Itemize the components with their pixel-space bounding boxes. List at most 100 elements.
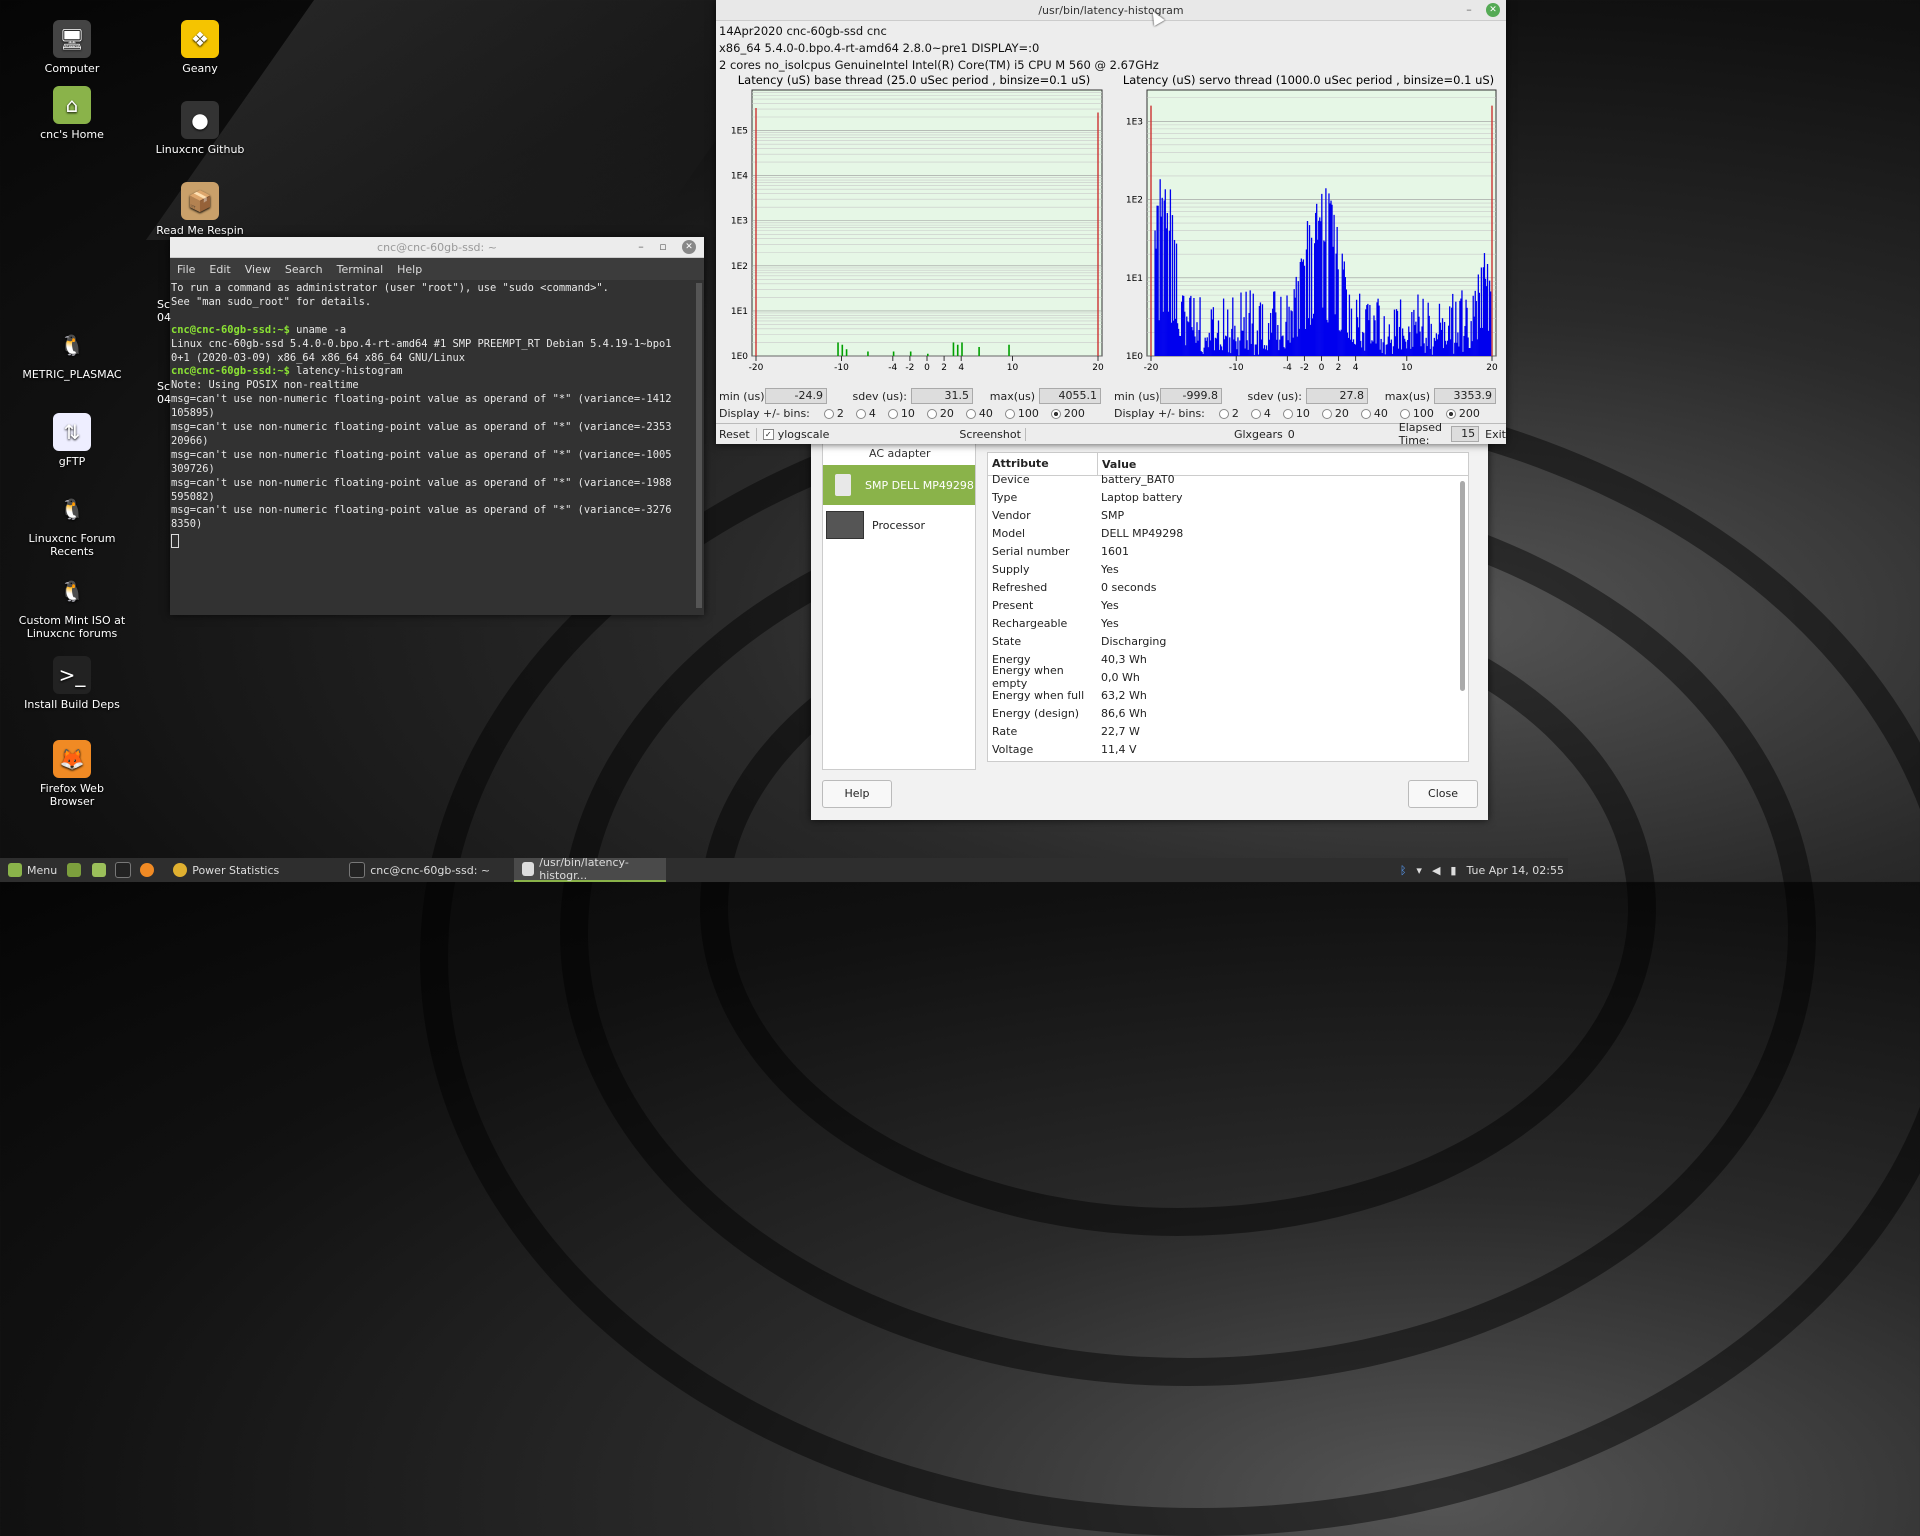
table-row[interactable]: Refreshed 0 seconds	[988, 578, 1468, 596]
terminal-menu-item[interactable]: Search	[285, 263, 323, 276]
glxgears-button[interactable]: Glxgears	[1234, 428, 1283, 441]
min-value: -24.9	[765, 388, 827, 404]
bins-radio-20[interactable]: 20	[1321, 407, 1349, 420]
table-row[interactable]: Rechargeable Yes	[988, 614, 1468, 632]
task-terminal[interactable]: cnc@cnc-60gb-ssd: ~	[341, 858, 498, 882]
close-button[interactable]: Close	[1408, 780, 1478, 808]
help-button[interactable]: Help	[822, 780, 892, 808]
radio-icon[interactable]	[1282, 409, 1293, 419]
terminal-menu-item[interactable]: Edit	[209, 263, 230, 276]
bluetooth-icon[interactable]: ᛒ	[1400, 864, 1407, 877]
table-row[interactable]: Voltage 11,4 V	[988, 740, 1468, 758]
bins-radio-10[interactable]: 10	[1282, 407, 1310, 420]
desktop-icon[interactable]: 🐧 Custom Mint ISO at Linuxcnc forums	[17, 572, 127, 640]
desktop-icon[interactable]: >_ Install Build Deps	[17, 656, 127, 711]
bins-radio-2[interactable]: 2	[823, 407, 844, 420]
terminal-menu-item[interactable]: Help	[397, 263, 422, 276]
terminal-menu-item[interactable]: Terminal	[337, 263, 384, 276]
radio-icon[interactable]	[1321, 409, 1332, 419]
terminal-launcher-icon[interactable]	[115, 862, 132, 878]
close-icon[interactable]: ✕	[1486, 3, 1500, 17]
bins-radio-40[interactable]: 40	[965, 407, 993, 420]
exit-button[interactable]: Exit	[1485, 428, 1506, 441]
radio-icon[interactable]	[1004, 409, 1015, 419]
terminal-scrollbar[interactable]	[696, 283, 702, 608]
table-row[interactable]: Supply Yes	[988, 560, 1468, 578]
radio-icon[interactable]	[1445, 409, 1456, 419]
desktop-icon[interactable]: 🐧 Linuxcnc Forum Recents	[17, 490, 127, 558]
bins-radio-2[interactable]: 2	[1218, 407, 1239, 420]
radio-icon[interactable]	[1360, 409, 1371, 419]
desktop-icon[interactable]: ● Linuxcnc Github	[145, 101, 255, 156]
desktop-icon[interactable]: 🐧 METRIC_PLASMAC	[17, 326, 127, 381]
bins-radio-100[interactable]: 100	[1399, 407, 1434, 420]
column-header-value[interactable]: Value	[1098, 458, 1136, 471]
bins-radio-10[interactable]: 10	[887, 407, 915, 420]
table-row[interactable]: Energy (design) 86,6 Wh	[988, 704, 1468, 722]
minimize-icon[interactable]: –	[634, 240, 648, 254]
device-item-battery[interactable]: SMP DELL MP49298	[823, 465, 975, 505]
terminal-titlebar[interactable]: cnc@cnc-60gb-ssd: ~ – ▫ ✕	[170, 237, 704, 258]
device-item-ac[interactable]: AC adapter	[823, 441, 975, 465]
table-row[interactable]: State Discharging	[988, 632, 1468, 650]
radio-icon[interactable]	[887, 409, 898, 419]
volume-icon[interactable]: ◀	[1432, 864, 1440, 877]
firefox-launcher-icon[interactable]	[140, 863, 155, 877]
maximize-icon[interactable]: ▫	[656, 240, 670, 254]
desktop-icon[interactable]: ⌂ cnc's Home	[17, 86, 127, 141]
table-row[interactable]: Rate 22,7 W	[988, 722, 1468, 740]
close-icon[interactable]: ✕	[682, 240, 696, 254]
bins-radio-label: 40	[1373, 407, 1388, 420]
screenshot-button[interactable]: Screenshot	[959, 427, 1026, 441]
bins-radio-200[interactable]: 200	[1445, 407, 1480, 420]
desktop-icon[interactable]: ❖ Geany	[145, 20, 255, 75]
table-row[interactable]: Energy when empty 0,0 Wh	[988, 664, 1468, 690]
files-icon[interactable]	[92, 863, 107, 877]
network-icon[interactable]: ▾	[1416, 864, 1422, 877]
device-item-processor[interactable]: Processor	[823, 505, 975, 545]
latency-titlebar[interactable]: /usr/bin/latency-histogram – ✕	[716, 0, 1506, 21]
ylogscale-checkbox[interactable]: ✓ ylogscale	[757, 428, 829, 441]
radio-icon[interactable]	[1250, 409, 1261, 419]
bins-radio-4[interactable]: 4	[855, 407, 876, 420]
terminal-text: msg=can't use non-numeric floating-point…	[171, 393, 672, 406]
bins-radio-40[interactable]: 40	[1360, 407, 1388, 420]
table-row[interactable]: Serial number 1601	[988, 542, 1468, 560]
reset-button[interactable]: Reset	[716, 427, 757, 441]
desktop-icon[interactable]: 📦 Read Me Respin	[145, 182, 255, 237]
desktop-icon[interactable]: ⇅ gFTP	[17, 413, 127, 468]
terminal-output[interactable]: To run a command as administrator (user …	[170, 280, 704, 612]
bins-radio-4[interactable]: 4	[1250, 407, 1271, 420]
task-power-statistics[interactable]: Power Statistics	[165, 858, 287, 882]
bins-radio-100[interactable]: 100	[1004, 407, 1039, 420]
radio-icon[interactable]	[926, 409, 937, 419]
minimize-icon[interactable]: –	[1462, 3, 1476, 17]
checkbox-check-icon[interactable]: ✓	[762, 428, 774, 440]
attribute-cell: Energy (design)	[992, 706, 1080, 720]
radio-icon[interactable]	[965, 409, 976, 419]
bins-radio-20[interactable]: 20	[926, 407, 954, 420]
task-latency-histogram[interactable]: /usr/bin/latency-histogr...	[514, 856, 667, 882]
radio-icon[interactable]	[1218, 409, 1229, 419]
desktop-icon[interactable]: 🖥 Computer	[17, 20, 127, 75]
desktop-icon[interactable]: 🦊 Firefox Web Browser	[17, 740, 127, 808]
table-row[interactable]: Present Yes	[988, 596, 1468, 614]
radio-icon[interactable]	[1050, 409, 1061, 419]
battery-tray-icon[interactable]: ▮	[1450, 864, 1456, 877]
y-tick-label: 1E4	[731, 172, 748, 182]
table-row[interactable]: Model DELL MP49298	[988, 524, 1468, 542]
table-row[interactable]: Energy when full 63,2 Wh	[988, 686, 1468, 704]
radio-icon[interactable]	[855, 409, 866, 419]
terminal-menu-item[interactable]: File	[177, 263, 195, 276]
clock[interactable]: Tue Apr 14, 02:55	[1466, 864, 1564, 877]
terminal-menu-item[interactable]: View	[245, 263, 271, 276]
table-row[interactable]: Vendor SMP	[988, 506, 1468, 524]
bins-radio-200[interactable]: 200	[1050, 407, 1085, 420]
show-desktop-icon[interactable]	[67, 863, 82, 877]
table-row[interactable]: Type Laptop battery	[988, 488, 1468, 506]
table-row[interactable]: Device battery_BAT0	[988, 470, 1468, 488]
table-scrollbar[interactable]	[1460, 481, 1465, 691]
radio-icon[interactable]	[823, 409, 834, 419]
menu-button[interactable]: Menu	[0, 858, 65, 882]
radio-icon[interactable]	[1399, 409, 1410, 419]
